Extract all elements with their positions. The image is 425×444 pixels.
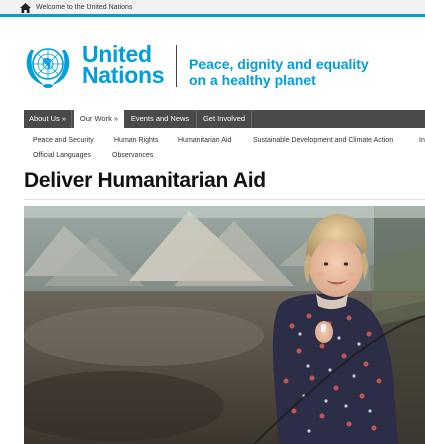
hero-image <box>24 206 425 444</box>
subnav-peace-and-security[interactable]: Peace and Security <box>33 136 94 146</box>
subnav-official-languages[interactable]: Official Languages <box>33 151 91 161</box>
top-bar: Welcome to the United Nations <box>0 0 425 17</box>
welcome-link[interactable]: Welcome to the United Nations <box>36 3 132 13</box>
subnav-truncated-item[interactable]: In <box>419 136 425 146</box>
nav-about-us[interactable]: About Us » <box>24 110 72 128</box>
title-rule <box>24 199 425 200</box>
main-nav: About Us » Our Work » Events and News Ge… <box>24 109 425 129</box>
tagline-line1: Peace, dignity and equality <box>189 56 369 72</box>
brand-name-line2: Nations <box>82 62 165 88</box>
brand-tagline: Peace, dignity and equality on a healthy… <box>189 56 369 88</box>
subnav-sustainable-development[interactable]: Sustainable Development and Climate Acti… <box>253 136 393 146</box>
un-emblem-icon[interactable] <box>22 42 74 90</box>
nav-events-and-news[interactable]: Events and News <box>124 110 197 128</box>
subnav-humanitarian-aid[interactable]: Humanitarian Aid <box>178 136 231 146</box>
subnav-human-rights[interactable]: Human Rights <box>114 136 158 146</box>
page-title: Deliver Humanitarian Aid <box>24 169 266 192</box>
child-in-refugee-camp-photo <box>24 206 425 444</box>
nav-get-involved[interactable]: Get Involved <box>197 110 252 128</box>
header-divider <box>176 45 177 87</box>
tagline-line2: on a healthy planet <box>189 72 316 88</box>
brand-wordmark[interactable]: United Nations <box>82 43 165 88</box>
home-icon[interactable] <box>20 3 31 13</box>
nav-our-work[interactable]: Our Work » <box>74 109 124 129</box>
subnav-observances[interactable]: Observances <box>112 151 153 161</box>
